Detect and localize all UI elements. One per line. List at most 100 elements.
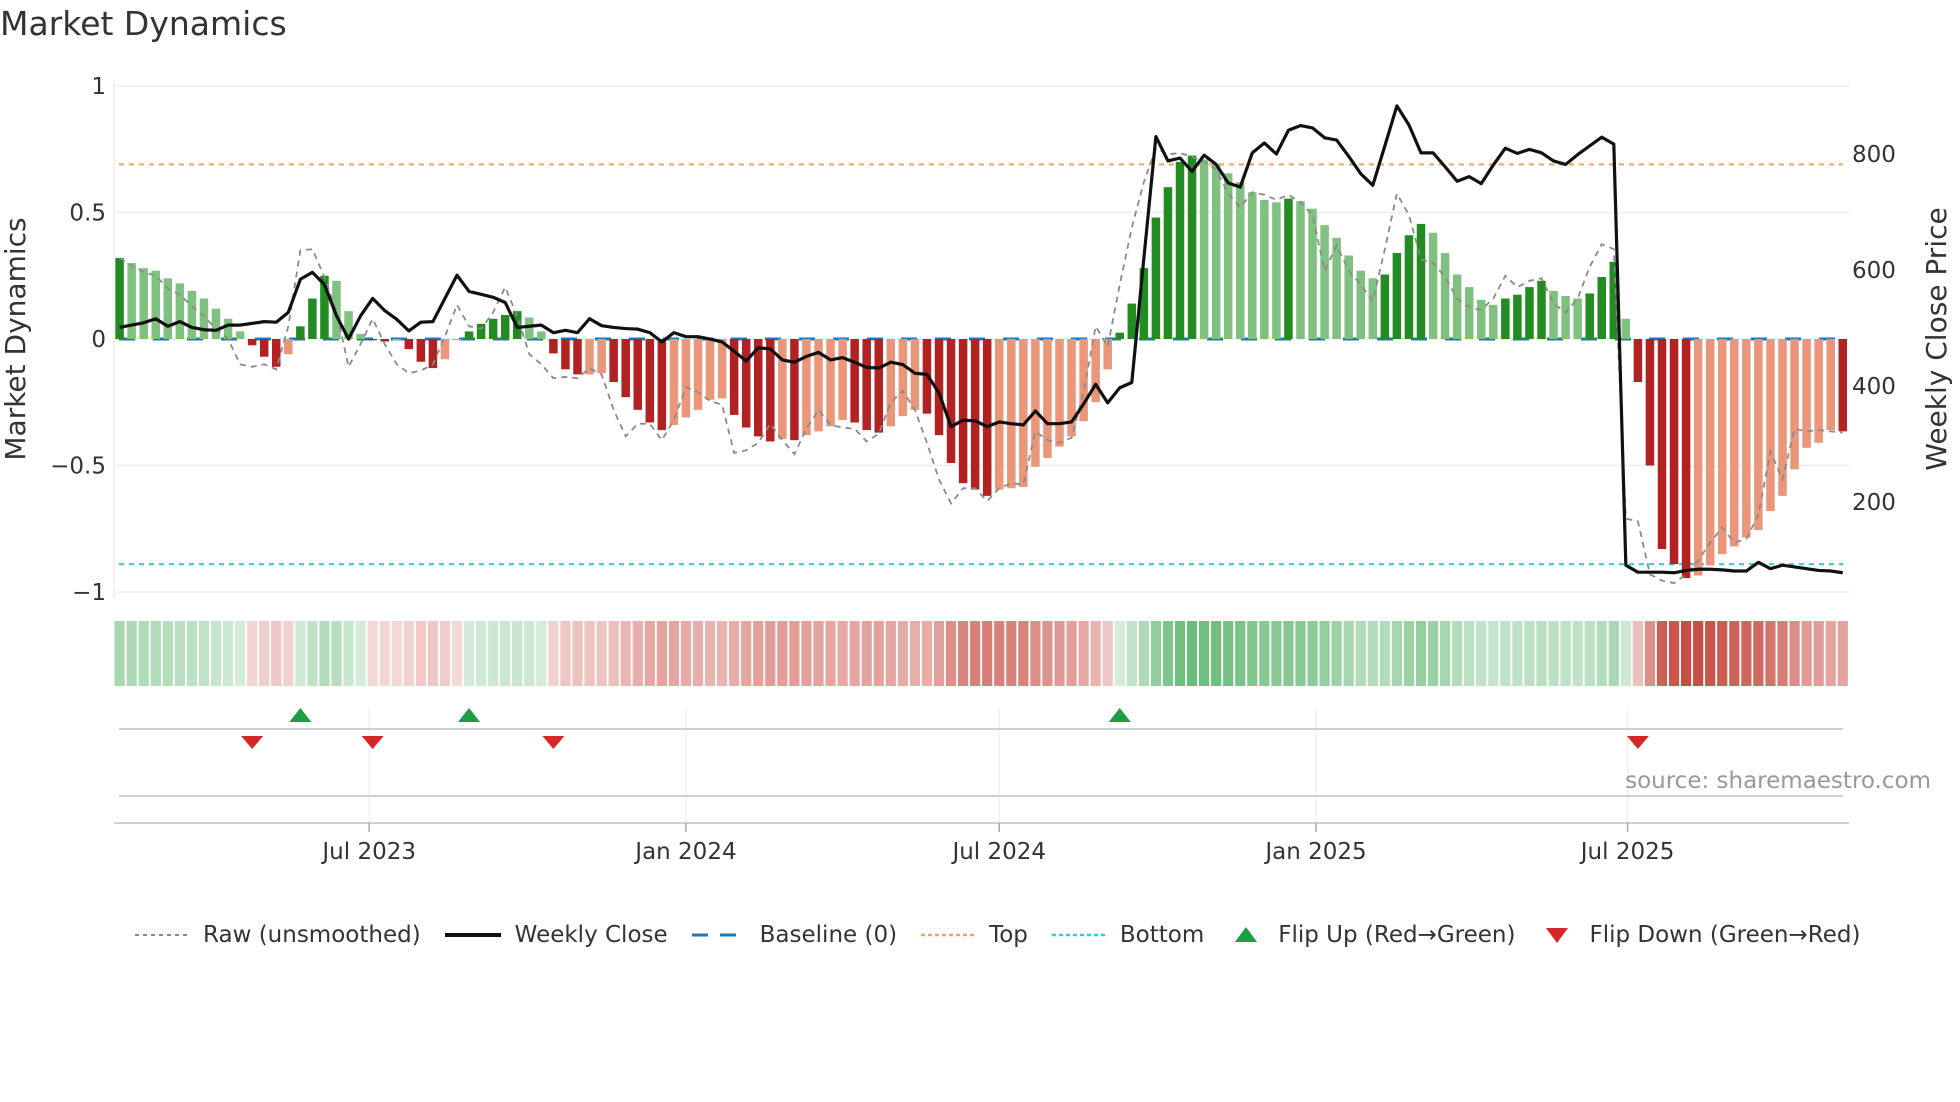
- momentum-bar: [1380, 274, 1390, 339]
- x-tick-label: Jul 2025: [1579, 839, 1675, 865]
- momentum-bar: [681, 339, 691, 418]
- momentum-bar: [705, 339, 715, 400]
- heatmap-cell: [885, 621, 896, 686]
- momentum-bar: [898, 339, 908, 417]
- legend-item-close: Weekly Close: [443, 922, 668, 948]
- flip-signal-panel: [114, 708, 1849, 824]
- flip-down-marker: [241, 736, 264, 749]
- momentum-bar: [1055, 339, 1064, 447]
- heatmap-cell: [753, 621, 764, 686]
- heatmap-cell: [1295, 621, 1306, 686]
- heatmap-cell: [1223, 621, 1234, 686]
- heatmap-cell: [970, 621, 981, 686]
- legend-label: Flip Up (Red→Green): [1278, 922, 1516, 948]
- raw-unsmoothed-line: [119, 146, 1843, 585]
- momentum-bar: [1272, 202, 1281, 339]
- momentum-bar: [1718, 339, 1727, 555]
- momentum-bar: [1561, 295, 1570, 339]
- heatmap-cell: [596, 621, 607, 686]
- momentum-bar: [296, 326, 305, 339]
- heatmap-cell: [488, 621, 499, 686]
- momentum-bar: [1730, 339, 1739, 547]
- flip-up-marker: [289, 708, 312, 722]
- momentum-bar: [1007, 339, 1016, 489]
- heatmap-cell: [1174, 621, 1186, 686]
- momentum-bar: [127, 263, 136, 339]
- heatmap-cell: [1078, 621, 1089, 686]
- heatmap-cell: [476, 621, 487, 686]
- heatmap-cell: [174, 621, 185, 686]
- momentum-bar: [392, 339, 401, 341]
- bottom-line-icon: [1051, 933, 1106, 937]
- momentum-bar: [1838, 339, 1847, 432]
- heatmap-cell: [813, 621, 824, 686]
- momentum-bar: [1477, 299, 1486, 339]
- momentum-bar: [476, 323, 486, 339]
- heatmap-cell: [692, 621, 704, 686]
- y2-tick-label: 600: [1852, 258, 1896, 284]
- momentum-bar: [380, 339, 389, 342]
- momentum-bar: [1368, 278, 1378, 339]
- heatmap-cell: [777, 621, 788, 686]
- heatmap-cell: [945, 621, 957, 686]
- momentum-bar: [525, 317, 534, 339]
- heatmap-cell: [1632, 621, 1643, 686]
- heatmap-cell: [1427, 621, 1439, 686]
- momentum-bar: [802, 339, 811, 436]
- momentum-bar: [1187, 155, 1197, 339]
- heatmap-cell: [319, 621, 330, 686]
- heatmap-cell: [1042, 621, 1053, 686]
- momentum-bar: [175, 283, 185, 339]
- heatmap-cell: [1801, 621, 1812, 686]
- heatmap-cell: [210, 621, 222, 686]
- heatmap-cell: [451, 621, 463, 686]
- momentum-heatmap-strip: [114, 621, 1848, 686]
- heatmap-cell: [162, 621, 173, 686]
- heatmap-cell: [1355, 621, 1366, 686]
- heatmap-cell: [680, 621, 692, 686]
- close-line-icon: [444, 933, 501, 937]
- momentum-bar: [1826, 339, 1835, 431]
- momentum-bar: [1091, 339, 1100, 403]
- momentum-bar: [754, 339, 763, 437]
- heatmap-cell: [1572, 621, 1583, 686]
- momentum-bar: [368, 339, 377, 341]
- heatmap-cell: [500, 621, 511, 686]
- flip-up-marker: [1108, 708, 1131, 722]
- legend-item-bottom: Bottom: [1050, 922, 1204, 948]
- momentum-bar: [573, 339, 582, 375]
- momentum-bar: [452, 339, 462, 341]
- momentum-bar: [500, 314, 510, 339]
- momentum-bar: [308, 298, 317, 339]
- legend-item-baseline: Baseline (0): [690, 922, 897, 948]
- momentum-bar: [838, 339, 847, 420]
- momentum-bar: [1320, 225, 1329, 339]
- series-lines: [119, 104, 1843, 585]
- heatmap-cell: [198, 621, 210, 686]
- momentum-bar: [633, 339, 642, 410]
- momentum-bar: [1754, 339, 1763, 531]
- momentum-bar: [1127, 303, 1137, 339]
- heatmap-cell: [729, 621, 740, 686]
- momentum-bar: [1211, 164, 1221, 339]
- momentum-bar: [850, 339, 859, 423]
- momentum-bar: [537, 331, 546, 339]
- momentum-bar: [886, 339, 896, 427]
- heatmap-cell: [1729, 621, 1740, 686]
- heatmap-cell: [1415, 621, 1427, 686]
- heatmap-cell: [235, 621, 246, 686]
- heatmap-cell: [271, 621, 282, 686]
- heatmap-cell: [415, 621, 426, 686]
- momentum-bar: [669, 339, 679, 426]
- momentum-bar: [970, 339, 980, 490]
- heatmap-cell: [307, 621, 318, 686]
- heatmap-cell: [1644, 621, 1656, 686]
- heatmap-cell: [1668, 621, 1680, 686]
- heatmap-cell: [1283, 621, 1294, 686]
- heatmap-cell: [463, 621, 475, 686]
- heatmap-cell: [1560, 621, 1571, 686]
- heatmap-cell: [1343, 621, 1354, 686]
- y-axis-title: Market Dynamics: [0, 217, 32, 460]
- heatmap-cell: [259, 621, 270, 686]
- heatmap-cell: [1379, 621, 1390, 686]
